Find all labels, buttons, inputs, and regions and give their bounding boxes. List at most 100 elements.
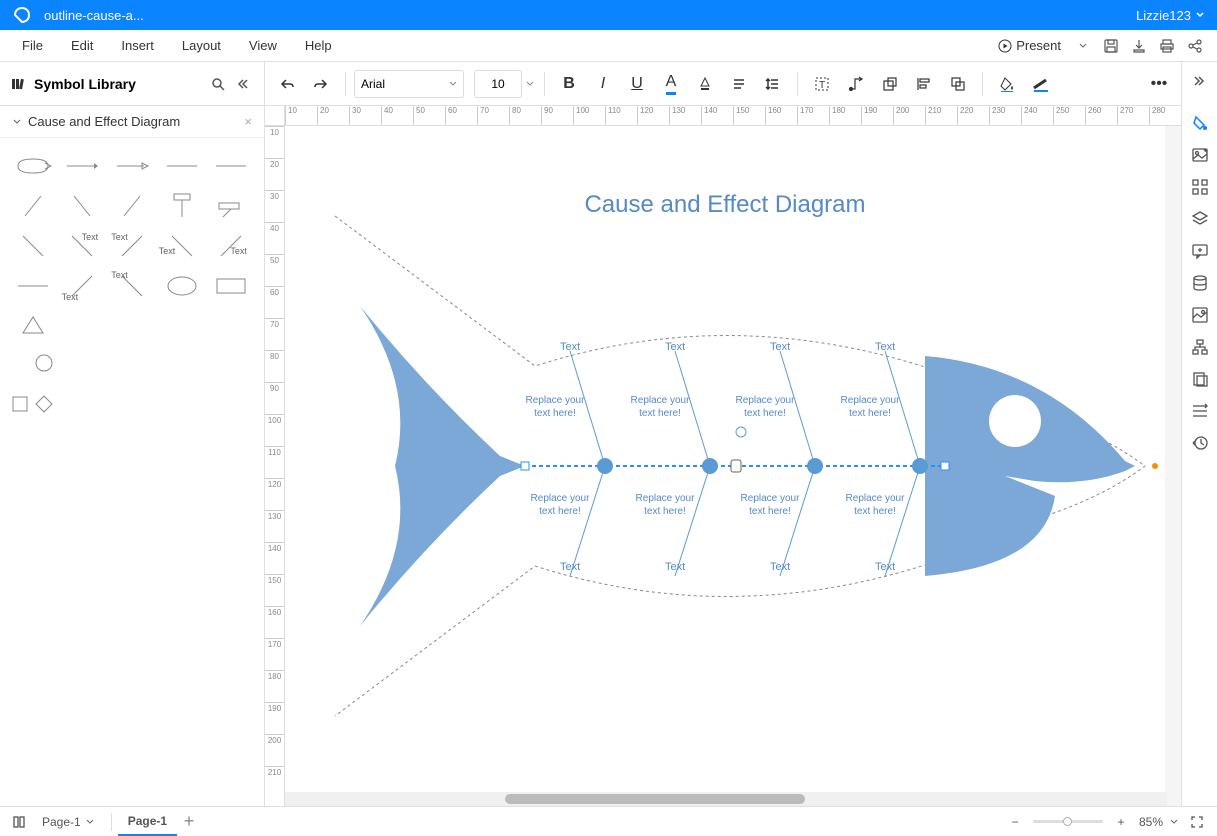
font-select[interactable]: Arial xyxy=(354,70,464,98)
shape-fishhead[interactable] xyxy=(10,148,56,184)
shape-diamond[interactable] xyxy=(34,394,54,414)
shape-spine-arrow[interactable] xyxy=(60,148,106,184)
menu-layout[interactable]: Layout xyxy=(168,30,235,61)
zoom-dropdown[interactable] xyxy=(1169,817,1179,827)
undo-button[interactable] xyxy=(271,68,303,100)
shape-line2[interactable] xyxy=(208,148,254,184)
fishbone-diagram[interactable] xyxy=(285,166,1165,766)
font-size-select[interactable]: 10 xyxy=(474,70,522,98)
bone-label-bot-2[interactable]: Text xyxy=(665,561,685,573)
bone-label-bot-4[interactable]: Text xyxy=(875,561,895,573)
shape-spine-double[interactable] xyxy=(109,148,155,184)
shape-line-text1[interactable] xyxy=(10,268,56,304)
export-icon[interactable] xyxy=(1125,32,1153,60)
menu-view[interactable]: View xyxy=(235,30,291,61)
layers-panel-icon[interactable] xyxy=(1185,204,1215,234)
shape-line[interactable] xyxy=(159,148,205,184)
print-icon[interactable] xyxy=(1153,32,1181,60)
align-button[interactable] xyxy=(723,68,755,100)
shape-square[interactable] xyxy=(10,394,30,414)
line-spacing-button[interactable] xyxy=(757,68,789,100)
present-dropdown[interactable] xyxy=(1069,32,1097,60)
bone-text-top-2[interactable]: Replace your text here! xyxy=(630,394,690,420)
image-panel-icon[interactable] xyxy=(1185,140,1215,170)
bone-text-top-4[interactable]: Replace your text here! xyxy=(840,394,900,420)
bone-text-bot-3[interactable]: Replace your text here! xyxy=(740,492,800,518)
bold-button[interactable]: B xyxy=(553,68,585,100)
insert-panel-icon[interactable] xyxy=(1185,300,1215,330)
fullscreen-button[interactable] xyxy=(1185,810,1209,834)
page-list-button[interactable] xyxy=(8,810,32,834)
bone-text-bot-1[interactable]: Replace your text here! xyxy=(530,492,590,518)
shape-triangle[interactable] xyxy=(10,308,56,344)
more-button[interactable]: ••• xyxy=(1143,68,1175,100)
bone-label-top-4[interactable]: Text xyxy=(875,341,895,353)
shape-sub-bone-text2[interactable]: Text xyxy=(109,228,155,264)
app-logo[interactable] xyxy=(12,5,32,25)
shape-sub-bone-text4[interactable]: Text xyxy=(208,228,254,264)
text-color-button[interactable]: A xyxy=(655,68,687,100)
group-button[interactable] xyxy=(942,68,974,100)
bone-text-top-1[interactable]: Replace your text here! xyxy=(525,394,585,420)
share-icon[interactable] xyxy=(1181,32,1209,60)
save-icon[interactable] xyxy=(1097,32,1125,60)
shape-rect[interactable] xyxy=(208,268,254,304)
search-library-button[interactable] xyxy=(206,72,230,96)
bone-label-bot-3[interactable]: Text xyxy=(770,561,790,573)
shape-line-text3[interactable]: Text xyxy=(109,268,155,304)
outline-panel-icon[interactable] xyxy=(1185,332,1215,362)
menu-help[interactable]: Help xyxy=(291,30,346,61)
history-panel-icon[interactable] xyxy=(1185,428,1215,458)
close-category-icon[interactable]: × xyxy=(244,114,252,129)
shape-tool-button[interactable] xyxy=(874,68,906,100)
bone-label-top-3[interactable]: Text xyxy=(770,341,790,353)
bone-label-bot-1[interactable]: Text xyxy=(560,561,580,573)
user-menu[interactable]: Lizzie123 xyxy=(1136,8,1205,23)
shape-bone-box2[interactable] xyxy=(208,188,254,224)
shape-bone-up2[interactable] xyxy=(109,188,155,224)
canvas-scroll[interactable]: Cause and Effect Diagram xyxy=(285,126,1181,806)
shape-sub-bone-text1[interactable]: Text xyxy=(60,228,106,264)
collapse-sidebar-button[interactable] xyxy=(230,72,254,96)
zoom-out-button[interactable]: − xyxy=(1003,810,1027,834)
bone-label-top-2[interactable]: Text xyxy=(665,341,685,353)
theme-panel-icon[interactable] xyxy=(1185,108,1215,138)
grid-panel-icon[interactable] xyxy=(1185,172,1215,202)
horizontal-scrollbar[interactable] xyxy=(285,792,1167,806)
shape-category[interactable]: Cause and Effect Diagram × xyxy=(0,106,264,138)
data-panel-icon[interactable] xyxy=(1185,268,1215,298)
italic-button[interactable]: I xyxy=(587,68,619,100)
page-dropdown[interactable]: Page-1 xyxy=(32,807,105,836)
bone-text-bot-2[interactable]: Replace your text here! xyxy=(635,492,695,518)
menu-edit[interactable]: Edit xyxy=(57,30,107,61)
shape-circle[interactable] xyxy=(10,348,56,384)
shape-bone-up[interactable] xyxy=(10,188,56,224)
shape-sub-bone1[interactable] xyxy=(10,228,56,264)
navigator-panel-icon[interactable] xyxy=(1185,396,1215,426)
menu-file[interactable]: File xyxy=(8,30,57,61)
underline-button[interactable]: U xyxy=(621,68,653,100)
line-style-button[interactable] xyxy=(1025,68,1057,100)
zoom-slider[interactable] xyxy=(1033,820,1103,823)
shape-bone-down[interactable] xyxy=(60,188,106,224)
add-page-button[interactable]: + xyxy=(177,810,201,834)
shape-bone-box[interactable] xyxy=(159,188,205,224)
clipboard-panel-icon[interactable] xyxy=(1185,364,1215,394)
fill-button[interactable] xyxy=(991,68,1023,100)
bone-text-bot-4[interactable]: Replace your text here! xyxy=(845,492,905,518)
present-button[interactable]: Present xyxy=(990,38,1069,53)
connector-button[interactable] xyxy=(840,68,872,100)
shape-ellipse[interactable] xyxy=(159,268,205,304)
highlight-button[interactable] xyxy=(689,68,721,100)
canvas-page[interactable]: Cause and Effect Diagram xyxy=(285,126,1165,806)
page-tab-1[interactable]: Page-1 xyxy=(118,807,177,836)
align-objects-button[interactable] xyxy=(908,68,940,100)
redo-button[interactable] xyxy=(305,68,337,100)
bone-label-top-1[interactable]: Text xyxy=(560,341,580,353)
font-size-dropdown[interactable] xyxy=(524,80,536,88)
comments-panel-icon[interactable] xyxy=(1185,236,1215,266)
menu-insert[interactable]: Insert xyxy=(107,30,168,61)
zoom-in-button[interactable]: + xyxy=(1109,810,1133,834)
bone-text-top-3[interactable]: Replace your text here! xyxy=(735,394,795,420)
expand-right-panel-button[interactable] xyxy=(1185,66,1215,96)
